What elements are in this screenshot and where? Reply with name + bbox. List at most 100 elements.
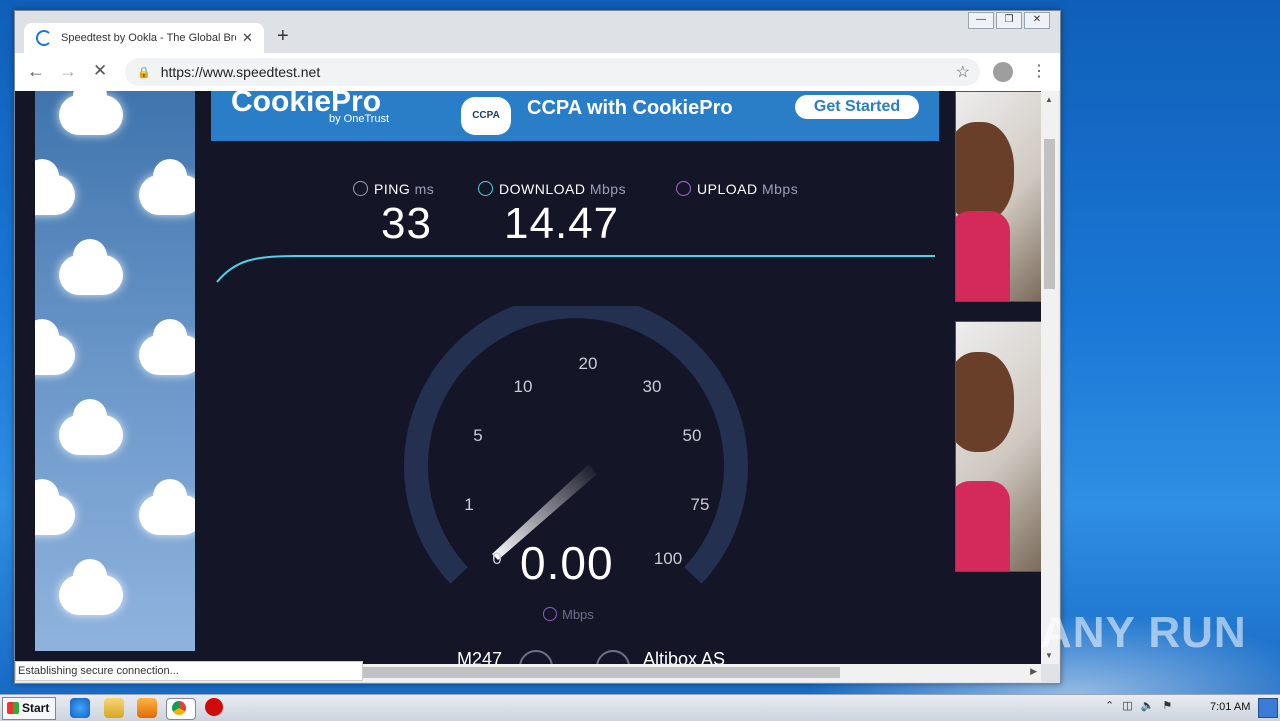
lock-icon: 🔒: [137, 66, 151, 79]
internet-explorer-icon[interactable]: [70, 698, 90, 718]
upload-arrow-icon: [676, 181, 691, 196]
download-label: DOWNLOAD: [499, 181, 586, 197]
media-player-icon[interactable]: [137, 698, 157, 718]
photo-face: [956, 352, 1014, 452]
cloud-shape: [59, 559, 123, 615]
photo-shirt: [956, 211, 1010, 301]
isp-name[interactable]: M247: [457, 649, 502, 664]
gauge-unit: Mbps: [543, 607, 594, 622]
tray-expand-icon[interactable]: ⌃: [1105, 699, 1114, 712]
action-center-flag-icon[interactable]: ⚑: [1162, 699, 1172, 712]
tab-speedtest[interactable]: Speedtest by Ookla - The Global Bro ✕: [24, 23, 264, 53]
chrome-icon: [172, 701, 186, 715]
window-controls: — ❐ ✕: [968, 12, 1050, 29]
cookiepro-ad-banner[interactable]: CookiePro by OneTrust CCPA CCPA with Coo…: [211, 91, 939, 141]
cloud-shape: [35, 159, 75, 215]
back-arrow-icon[interactable]: ←: [27, 61, 45, 82]
ping-icon: [353, 181, 368, 196]
ping-label: PING: [374, 181, 411, 197]
ad-brand-by: by OneTrust: [329, 113, 390, 125]
cloud-shape: [35, 479, 75, 535]
show-desktop-button[interactable]: [1258, 698, 1278, 718]
opera-icon[interactable]: [205, 698, 223, 716]
page-viewport: CookiePro by OneTrust CCPA CCPA with Coo…: [15, 91, 1041, 664]
gauge-value: 0.00: [520, 537, 614, 589]
ad-headline: CCPA with CookiePro: [527, 97, 733, 119]
account-avatar-icon[interactable]: [993, 62, 1013, 82]
gauge-tick-label: 75: [691, 495, 710, 514]
minimize-button[interactable]: —: [968, 12, 994, 29]
new-tab-button[interactable]: +: [277, 25, 289, 48]
tab-close-icon[interactable]: ✕: [242, 30, 253, 46]
upload-arrow-icon: [543, 607, 557, 621]
side-ad-photo-top[interactable]: [955, 91, 1041, 302]
anyrun-watermark: ANY RUN: [1040, 608, 1247, 657]
gauge-tick-label: 1: [464, 495, 473, 514]
title-bar: Speedtest by Ookla - The Global Bro ✕ + …: [15, 11, 1060, 53]
start-button[interactable]: Start: [2, 697, 56, 720]
horizontal-scroll-thumb[interactable]: [360, 667, 840, 678]
download-metric: DOWNLOAD Mbps 14.47: [478, 181, 626, 249]
scroll-up-arrow-icon[interactable]: ▲: [1045, 95, 1053, 104]
cloud-ad-left[interactable]: [35, 91, 195, 651]
cloud-shape: [59, 239, 123, 295]
cloud-shape: [139, 319, 195, 375]
download-arrow-icon: [478, 181, 493, 196]
gauge-tick-label: 20: [579, 354, 598, 373]
server-globe-icon: [596, 650, 630, 664]
gauge-tick-label: 5: [473, 426, 482, 445]
address-bar[interactable]: 🔒 https://www.speedtest.net ☆: [125, 58, 980, 86]
loading-spinner-icon: [36, 30, 52, 46]
stop-loading-icon[interactable]: ✕: [93, 61, 107, 81]
download-value: 14.47: [504, 199, 620, 248]
upload-metric: UPLOAD Mbps: [676, 181, 798, 199]
upload-unit: Mbps: [761, 181, 799, 197]
url-text[interactable]: https://www.speedtest.net: [161, 64, 321, 80]
cloud-shape: [35, 319, 75, 375]
tab-title: Speedtest by Ookla - The Global Bro: [61, 32, 236, 44]
side-ad-photo-bottom[interactable]: [955, 321, 1041, 572]
photo-face: [956, 122, 1014, 222]
scroll-right-arrow-icon[interactable]: ▶: [1030, 666, 1037, 677]
system-tray: ⌃ ◫ 🔈 ⚑: [1105, 699, 1172, 712]
cloud-shape: [139, 479, 195, 535]
taskbar-clock[interactable]: 7:01 AM: [1210, 701, 1250, 713]
gauge-tick-label: 50: [683, 426, 702, 445]
network-icon[interactable]: ◫: [1122, 699, 1132, 712]
download-unit: Mbps: [589, 181, 627, 197]
gauge-unit-label: Mbps: [562, 607, 594, 622]
download-speed-graph: [216, 255, 935, 283]
restore-button[interactable]: ❐: [996, 12, 1022, 29]
browser-window: Speedtest by Ookla - The Global Bro ✕ + …: [14, 10, 1061, 684]
vertical-scroll-thumb[interactable]: [1044, 139, 1055, 289]
volume-icon[interactable]: 🔈: [1141, 699, 1155, 712]
close-window-button[interactable]: ✕: [1024, 12, 1050, 29]
forward-arrow-icon[interactable]: →: [59, 61, 77, 82]
isp-icon: [519, 650, 553, 664]
ping-value: 33: [381, 199, 432, 248]
cloud-shape: [139, 159, 195, 215]
taskbar: Start ⌃ ◫ 🔈 ⚑ 7:01 AM: [0, 694, 1280, 721]
ping-metric: PING ms 33: [353, 181, 434, 249]
gauge-tick-label: 10: [514, 377, 533, 396]
cloud-shape: [59, 91, 123, 135]
menu-dots-icon[interactable]: ⋮: [1031, 61, 1047, 81]
windows-logo-icon: [7, 702, 19, 714]
cloud-shape: [59, 399, 123, 455]
gauge-tick-label: 100: [654, 549, 682, 568]
server-host[interactable]: Altibox AS: [643, 649, 725, 664]
ping-unit: ms: [414, 181, 435, 197]
start-label: Start: [22, 701, 50, 715]
gauge-tick-label: 30: [643, 377, 662, 396]
gauge-tick-label: 0: [492, 549, 501, 568]
browser-toolbar: ← → ✕ 🔒 https://www.speedtest.net ☆ ⋮: [15, 53, 1060, 92]
bookmark-star-icon[interactable]: ☆: [956, 62, 970, 82]
status-bubble: Establishing secure connection...: [15, 661, 363, 681]
photo-shirt: [956, 481, 1010, 571]
file-explorer-icon[interactable]: [104, 698, 124, 718]
ccpa-seal-icon: CCPA: [461, 97, 511, 135]
speed-graph-line: [216, 255, 935, 283]
upload-label: UPLOAD: [697, 181, 758, 197]
get-started-button[interactable]: Get Started: [795, 95, 919, 119]
vertical-scrollbar[interactable]: ▲ ▼: [1041, 91, 1059, 664]
